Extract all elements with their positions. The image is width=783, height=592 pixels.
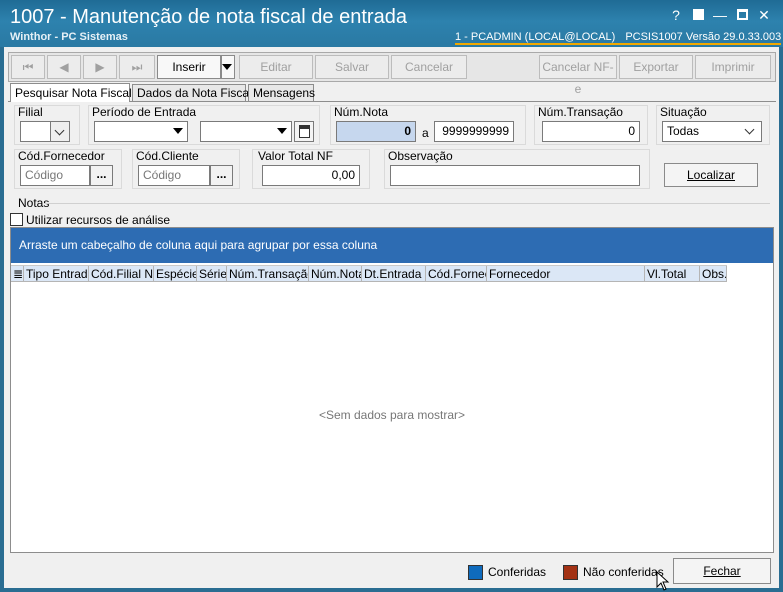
cancelar-nfe-button[interactable]: Cancelar NF-e [539,55,617,96]
title-bar: 1007 - Manutenção de nota fiscal de entr… [0,0,783,47]
localizar-label: Localizar [686,168,736,182]
conferidas-swatch [468,565,483,581]
empty-grid-message: <Sem dados para mostrar> [318,408,466,422]
valor-total-label: Valor Total NF [258,149,333,163]
valor-total-input[interactable]: 0,00 [262,165,360,186]
notas-divider [44,203,770,204]
minimize-icon[interactable]: — [709,6,731,24]
help-icon[interactable]: ? [665,6,687,24]
close-icon[interactable]: ✕ [753,6,775,24]
analise-checkbox[interactable] [10,213,23,226]
col-tipo-entrada[interactable]: Tipo Entrada [24,266,89,282]
col-cod-fornec[interactable]: Cód.Fornec [426,266,487,282]
prev-record-icon[interactable]: ◀ [47,55,81,79]
num-nota-to-input[interactable]: 9999999999 [434,121,514,142]
salvar-button[interactable]: Salvar [315,55,389,79]
col-num-transacao[interactable]: Núm.Transação [227,266,309,282]
cod-fornecedor-label: Cód.Fornecedor [18,149,105,163]
toolbar: ⏮ ◀ ▶ ⏭ Inserir Editar Salvar Cancelar C… [8,52,776,96]
legend-nao-conferidas: Não conferidas [563,565,664,581]
nao-conferidas-label: Não conferidas [583,565,664,579]
cod-cliente-label: Cód.Cliente [136,149,199,163]
first-record-icon[interactable]: ⏮ [11,55,45,79]
maximize-icon[interactable] [731,6,753,24]
next-record-icon[interactable]: ▶ [83,55,117,79]
mouse-cursor-icon [656,571,670,591]
periodo-inicio-date[interactable] [94,121,188,142]
inserir-button[interactable]: Inserir [157,55,221,79]
observacao-label: Observação [388,149,453,163]
col-especie[interactable]: Espécie [154,266,197,282]
editar-button[interactable]: Editar [239,55,313,79]
analise-label: Utilizar recursos de análise [26,213,171,227]
notas-grid: Arraste um cabeçalho de coluna aqui para… [10,227,774,553]
tab-dados-da-nota-fiscal[interactable]: Dados da Nota Fiscal [132,84,252,102]
num-nota-label: Núm.Nota [334,105,389,119]
situacao-label: Situação [660,105,707,119]
edit-icon[interactable] [687,6,709,24]
localizar-button[interactable]: Localizar [664,163,758,187]
connection-label: 1 - PCADMIN (LOCAL@LOCAL) [455,31,616,43]
num-transacao-input[interactable]: 0 [542,121,640,142]
col-vl-total[interactable]: Vl.Total [645,266,700,282]
cod-cliente-lookup-button[interactable]: ... [210,165,233,186]
fechar-label: Fechar [703,564,741,578]
last-record-icon[interactable]: ⏭ [119,55,155,79]
tab-panel-pesquisar: Filial Período de Entrada Núm.Nota 0 a 9… [8,101,776,586]
legend-conferidas: Conferidas [468,565,547,581]
col-fornecedor[interactable]: Fornecedor [487,266,645,282]
tab-pesquisar-nota-fiscal[interactable]: Pesquisar Nota Fiscal [10,83,132,102]
cod-cliente-input[interactable]: Código [138,165,210,186]
nao-conferidas-swatch [563,565,578,581]
cod-fornecedor-lookup-button[interactable]: ... [90,165,113,186]
column-chooser-icon[interactable]: ≣ [11,266,24,282]
imprimir-button[interactable]: Imprimir [695,55,771,79]
filial-label: Filial [18,105,43,119]
fechar-button[interactable]: Fechar [673,558,771,584]
conferidas-label: Conferidas [488,565,547,579]
inserir-dropdown-button[interactable] [221,55,235,79]
group-by-area[interactable]: Arraste um cabeçalho de coluna aqui para… [11,228,773,263]
cod-fornecedor-input[interactable]: Código [20,165,90,186]
module-version: PCSIS1007 Versão 29.0.33.003 [625,31,782,43]
col-cod-filial-nf[interactable]: Cód.Filial NF [89,266,154,282]
observacao-input[interactable] [390,165,640,186]
num-nota-separator: a [422,126,429,140]
grid-header: ≣ Tipo Entrada Cód.Filial NF Espécie Sér… [11,265,727,282]
periodo-label: Período de Entrada [92,105,197,119]
window-controls: ? — ✕ [665,6,775,24]
periodo-fim-date[interactable] [200,121,292,142]
window-subtitle: Winthor - PC Sistemas [10,31,128,43]
filial-dropdown-button[interactable] [50,121,70,142]
num-nota-from-input[interactable]: 0 [336,121,416,142]
col-dt-entrada[interactable]: Dt.Entrada [362,266,426,282]
connection-info: 1 - PCADMIN (LOCAL@LOCAL) PCSIS1007 Versã… [455,31,782,45]
col-serie[interactable]: Série [197,266,227,282]
tab-mensagens[interactable]: Mensagens [248,84,315,102]
cancelar-button[interactable]: Cancelar [391,55,467,79]
exportar-button[interactable]: Exportar [619,55,693,79]
col-num-nota[interactable]: Núm.Nota [309,266,362,282]
calendar-icon[interactable] [294,121,314,142]
col-obs[interactable]: Obs. [700,266,727,282]
num-transacao-label: Núm.Transação [538,105,623,119]
situacao-value: Todas [667,124,700,138]
client-area: ⏮ ◀ ▶ ⏭ Inserir Editar Salvar Cancelar C… [4,47,779,591]
window-title: 1007 - Manutenção de nota fiscal de entr… [10,6,407,28]
